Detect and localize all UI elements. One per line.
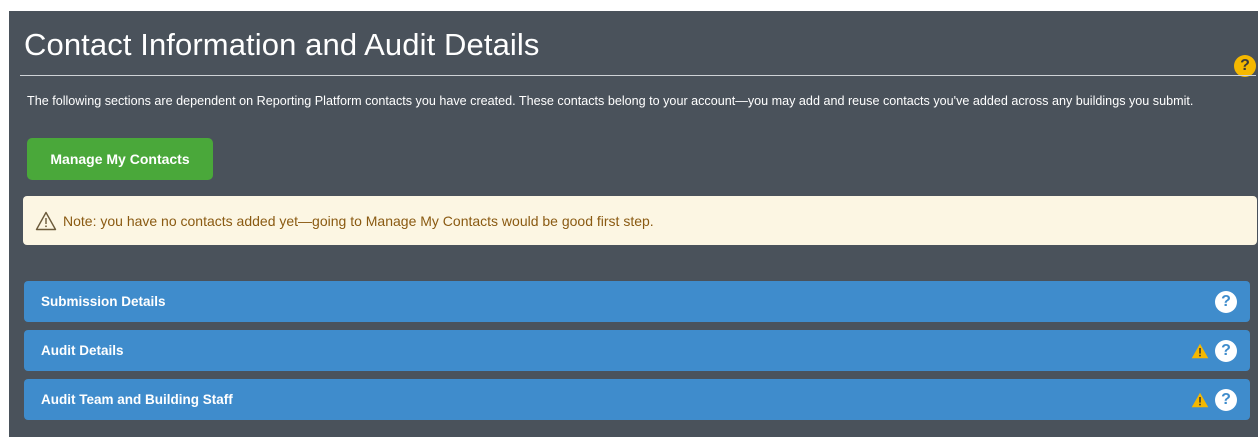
manage-my-contacts-button[interactable]: Manage My Contacts <box>27 138 213 180</box>
section-audit-details[interactable]: Audit Details ? <box>24 330 1250 371</box>
intro-text: The following sections are dependent on … <box>27 94 1194 108</box>
title-divider <box>20 75 1256 76</box>
no-contacts-alert: Note: you have no contacts added yet—goi… <box>23 196 1257 245</box>
section-audit-team-building-staff[interactable]: Audit Team and Building Staff ? <box>24 379 1250 420</box>
section-label: Audit Details <box>41 343 124 358</box>
section-label: Submission Details <box>41 294 166 309</box>
contact-audit-panel: Contact Information and Audit Details ? … <box>9 11 1258 437</box>
section-label: Audit Team and Building Staff <box>41 392 233 407</box>
help-circle-icon[interactable]: ? <box>1215 339 1237 362</box>
help-circle-icon[interactable]: ? <box>1215 388 1237 411</box>
warning-triangle-icon <box>1191 343 1209 359</box>
warning-outline-icon <box>35 211 57 231</box>
help-circle-icon[interactable]: ? <box>1215 290 1237 313</box>
alert-text: Note: you have no contacts added yet—goi… <box>63 212 654 229</box>
section-submission-details[interactable]: Submission Details ? <box>24 281 1250 322</box>
warning-triangle-icon <box>1191 392 1209 408</box>
page-title: Contact Information and Audit Details <box>24 27 540 62</box>
help-circle-icon[interactable]: ? <box>1234 55 1256 77</box>
